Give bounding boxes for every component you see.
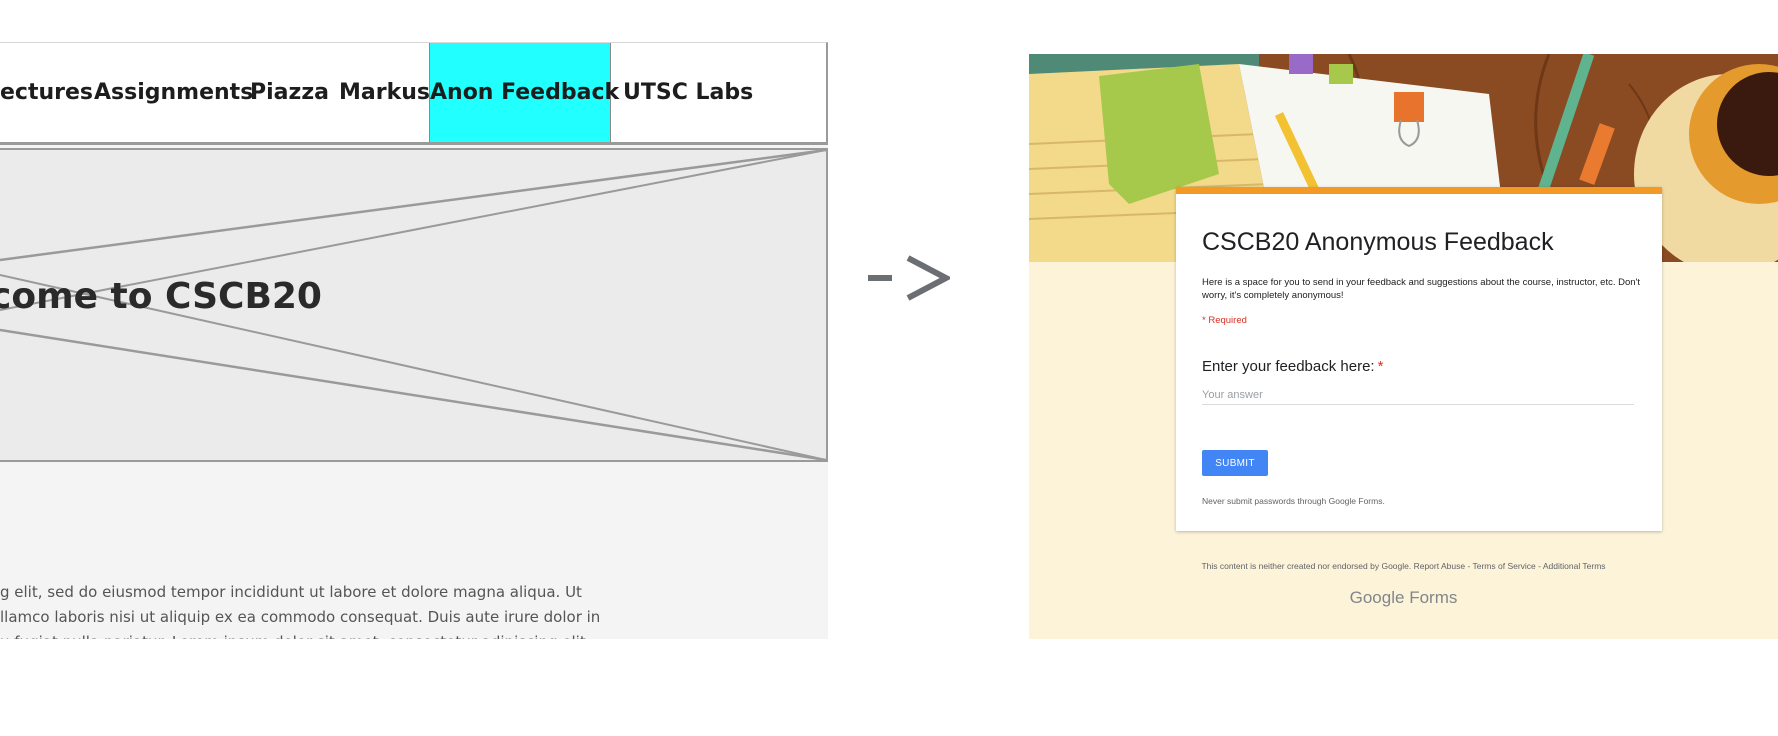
nav-item-piazza[interactable]: Piazza <box>250 43 329 142</box>
form-disclaimer[interactable]: This content is neither created nor endo… <box>1029 561 1778 571</box>
nav-item-assignments[interactable]: Assignments <box>94 43 253 142</box>
hero-title: come to CSCB20 <box>0 276 322 317</box>
lorem-line: llamco laboris nisi ut aliquip ex ea com… <box>0 608 601 626</box>
hero-image-placeholder: come to CSCB20 <box>0 148 828 462</box>
feedback-input[interactable] <box>1202 386 1634 405</box>
form-title: CSCB20 Anonymous Feedback <box>1202 228 1554 256</box>
form-description: Here is a space for you to send in your … <box>1202 277 1641 301</box>
question-text: Enter your feedback here: <box>1202 358 1375 375</box>
nav-item-markus[interactable]: Markus <box>339 43 430 142</box>
nav-item-utsc-labs[interactable]: UTSC Labs <box>623 43 753 142</box>
google-wordmark: Google <box>1349 588 1405 607</box>
lorem-line: g elit, sed do eiusmod tempor incididunt… <box>0 583 582 601</box>
password-warning: Never submit passwords through Google Fo… <box>1202 496 1385 506</box>
form-card: CSCB20 Anonymous Feedback Here is a spac… <box>1176 187 1662 531</box>
forms-wordmark: Forms <box>1409 588 1458 607</box>
google-forms-logo: Google Forms <box>1029 588 1778 608</box>
required-note: * Required <box>1202 315 1247 326</box>
question-label: Enter your feedback here: * <box>1202 358 1383 375</box>
right-arrow-icon <box>868 255 950 301</box>
lorem-text: g elit, sed do eiusmod tempor incididunt… <box>0 580 600 639</box>
required-star: * <box>1377 358 1384 375</box>
nav-item-lectures[interactable]: ectures <box>0 43 93 142</box>
submit-button[interactable]: SUBMIT <box>1202 450 1268 476</box>
nav-bar: ectures Assignments Piazza Markus Anon F… <box>0 42 828 145</box>
nav-item-anon-feedback[interactable]: Anon Feedback <box>429 43 619 142</box>
google-form-screenshot: CSCB20 Anonymous Feedback Here is a spac… <box>1029 54 1778 639</box>
wireframe-panel: ectures Assignments Piazza Markus Anon F… <box>0 42 828 639</box>
lorem-line: u fugiat nulla pariatur. Lorem ipsum dol… <box>0 630 600 639</box>
